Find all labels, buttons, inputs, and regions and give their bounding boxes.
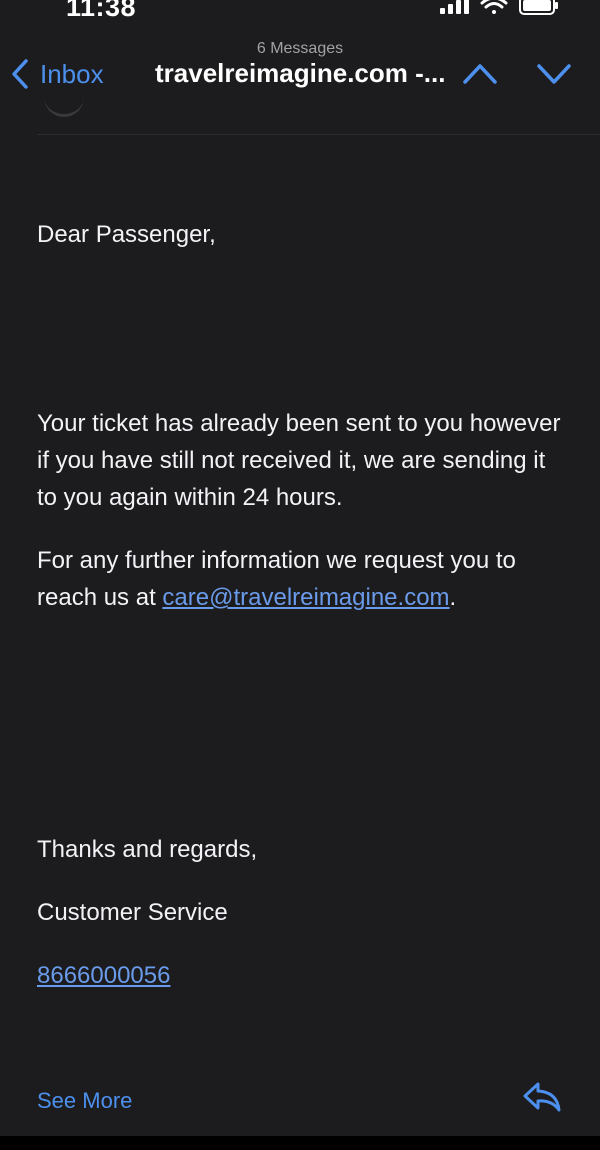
- header-divider: [37, 134, 600, 135]
- chevron-down-icon: [537, 64, 571, 84]
- next-message-button[interactable]: [536, 62, 572, 91]
- see-more-button[interactable]: See More: [37, 1088, 132, 1114]
- email-closing: Thanks and regards,: [37, 836, 258, 863]
- status-time: 11:38: [66, 0, 137, 22]
- paragraph-2-end: .: [449, 584, 457, 611]
- chevron-left-icon: [12, 59, 28, 89]
- email-signature: Customer Service: [37, 899, 228, 926]
- status-bar: 11:38: [0, 0, 600, 30]
- reply-icon: [523, 1082, 561, 1112]
- back-label: Inbox: [40, 58, 104, 89]
- battery-icon: [519, 0, 558, 15]
- sender-avatar[interactable]: [44, 94, 84, 117]
- bottom-edge: [0, 1136, 600, 1150]
- email-card: Dear Passenger, Your ticket has already …: [0, 108, 600, 1136]
- wifi-icon: [480, 0, 508, 14]
- care-email-link[interactable]: care@travelreimagine.com: [162, 584, 449, 611]
- email-paragraph-2: For any further information we request y…: [37, 542, 567, 616]
- status-icons: [440, 0, 560, 18]
- back-to-inbox-button[interactable]: Inbox: [10, 56, 104, 92]
- chevron-up-icon: [463, 64, 497, 84]
- cellular-signal-icon: [440, 0, 469, 14]
- reply-button[interactable]: [522, 1080, 562, 1119]
- phone-number-link[interactable]: 8666000056: [37, 962, 170, 989]
- email-greeting: Dear Passenger,: [37, 221, 216, 248]
- phone-link-line: 8666000056: [37, 957, 567, 994]
- previous-message-button[interactable]: [462, 62, 498, 91]
- thread-title: travelreimagine.com -...: [155, 58, 446, 88]
- message-count: 6 Messages: [256, 40, 344, 57]
- email-paragraph-1: Your ticket has already been sent to you…: [37, 410, 561, 511]
- nav-bar: Inbox 6 Messages travelreimagine.com -..…: [0, 30, 600, 109]
